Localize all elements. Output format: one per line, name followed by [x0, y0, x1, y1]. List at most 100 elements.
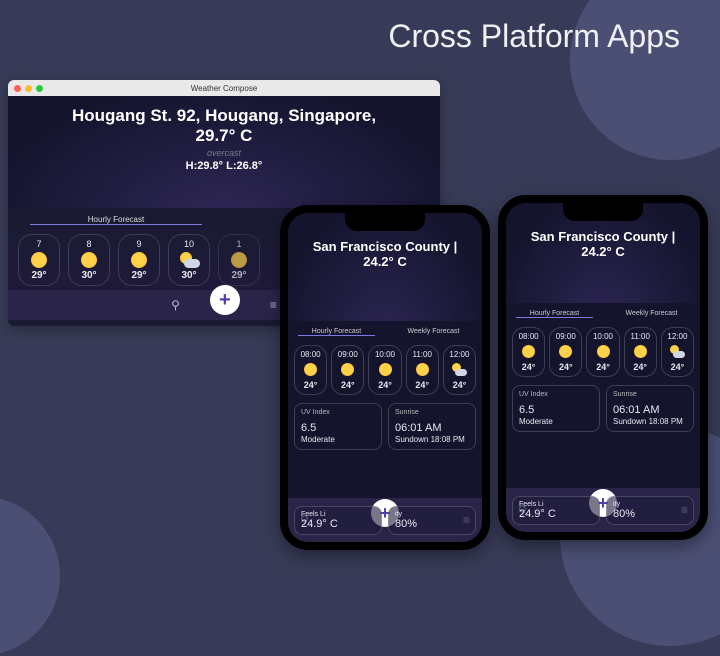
hour-label: 08:00 — [301, 350, 321, 359]
sun-icon — [304, 363, 317, 376]
current-temp: 24.2° C — [506, 244, 700, 259]
hour-label: 1 — [236, 239, 241, 249]
humidity-card[interactable]: ity 80% — [388, 506, 476, 535]
tab-hourly[interactable]: Hourly Forecast — [8, 215, 224, 224]
hour-label: 10:00 — [593, 332, 613, 341]
hour-card[interactable]: 10 30° — [168, 234, 210, 286]
sun-icon — [559, 345, 572, 358]
sun-icon — [597, 345, 610, 358]
hour-card[interactable]: 09:0024° — [549, 327, 582, 377]
hour-card[interactable]: 9 29° — [118, 234, 160, 286]
pin-icon[interactable]: ⚲ — [171, 298, 180, 312]
hour-card[interactable]: 12:00 24° — [443, 345, 476, 395]
hour-label: 09:00 — [338, 350, 358, 359]
hour-label: 9 — [136, 239, 141, 249]
hour-temp: 29° — [31, 270, 46, 281]
humidity-value: 80% — [613, 508, 687, 520]
sun-icon — [341, 363, 354, 376]
hour-card[interactable]: 09:0024° — [331, 345, 364, 395]
add-button[interactable]: + — [210, 285, 240, 315]
sundown-value: Sundown 18:08 PM — [395, 435, 469, 444]
phone-notch — [563, 203, 643, 221]
feels-like-card[interactable]: Feels Li 24.9° C — [512, 496, 600, 525]
humidity-value: 80% — [395, 518, 469, 530]
hour-temp: 24° — [633, 362, 647, 372]
hour-label: 08:00 — [519, 332, 539, 341]
hour-card[interactable]: 8 30° — [68, 234, 110, 286]
hour-temp: 29° — [131, 270, 146, 281]
tab-weekly[interactable]: Weekly Forecast — [385, 328, 482, 335]
info-row: UV Index 6.5 Moderate Sunrise 06:01 AM S… — [506, 381, 700, 436]
sunrise-value: 06:01 AM — [613, 404, 687, 416]
location-line-1: Hougang St. 92, Hougang, Singapore, — [8, 106, 440, 126]
hour-label: 11:00 — [630, 332, 649, 341]
sun-icon — [81, 252, 97, 268]
sunrise-card[interactable]: Sunrise 06:01 AM Sundown 18:08 PM — [388, 403, 476, 450]
cloud-icon — [670, 347, 684, 356]
hour-label: 12:00 — [667, 332, 687, 341]
window-titlebar: Weather Compose — [8, 80, 440, 96]
sun-icon — [416, 363, 429, 376]
hour-temp: 24° — [378, 380, 392, 390]
feels-like-value: 24.9° C — [301, 518, 375, 530]
hour-label: 8 — [86, 239, 91, 249]
location: San Francisco County | — [288, 239, 482, 254]
sunrise-title: Sunrise — [395, 409, 469, 416]
hour-card[interactable]: 08:00 24° — [294, 345, 327, 395]
hour-label: 10 — [184, 239, 194, 249]
hour-label: 12:00 — [449, 350, 469, 359]
info-row-overflow: Feels Li 24.9° C ity 80% — [288, 498, 482, 542]
hour-card[interactable]: 08:00 24° — [512, 327, 545, 377]
uv-card[interactable]: UV Index 6.5 Moderate — [294, 403, 382, 450]
sun-icon — [634, 345, 647, 358]
sun-icon — [522, 345, 535, 358]
hour-temp: 24° — [415, 380, 429, 390]
hour-temp: 24° — [671, 362, 685, 372]
location: San Francisco County | — [506, 229, 700, 244]
sunrise-card[interactable]: Sunrise 06:01 AM Sundown 18:08 PM — [606, 385, 694, 432]
hour-temp: 30° — [181, 270, 196, 281]
tab-hourly[interactable]: Hourly Forecast — [506, 310, 603, 317]
uv-title: UV Index — [519, 391, 593, 398]
sunrise-value: 06:01 AM — [395, 422, 469, 434]
uv-card[interactable]: UV Index 6.5 Moderate — [512, 385, 600, 432]
hourly-forecast-row[interactable]: 08:0024° 09:0024° 10:0024° 11:0024° 12:0… — [288, 341, 482, 399]
info-row-overflow: Feels Li 24.9° C ity 80% — [506, 488, 700, 532]
hi-lo: H:29.8° L:26.8° — [8, 160, 440, 172]
sun-icon — [379, 363, 392, 376]
hour-card[interactable]: 10:00 24° — [368, 345, 401, 395]
hour-card[interactable]: 12:00 24° — [661, 327, 694, 377]
hour-card[interactable]: 10:00 24° — [586, 327, 619, 377]
condition-label: overcast — [8, 148, 440, 158]
sun-icon — [131, 252, 147, 268]
hour-temp: 24° — [453, 380, 467, 390]
feels-like-card[interactable]: Feels Li 24.9° C — [294, 506, 382, 535]
page-title: Cross Platform Apps — [388, 18, 680, 55]
hour-temp: 24° — [596, 362, 610, 372]
phone-preview-b: San Francisco County | 24.2° C Hourly Fo… — [498, 195, 708, 540]
hour-card[interactable]: 11:00 24° — [624, 327, 657, 377]
sun-icon — [31, 252, 47, 268]
feels-like-title: Feels Li — [301, 511, 375, 518]
feels-like-value: 24.9° C — [519, 508, 593, 520]
hourly-forecast-row[interactable]: 08:00 24° 09:0024° 10:00 24° 11:00 24° 12:0… — [506, 323, 700, 381]
hour-card[interactable]: 11:0024° — [406, 345, 439, 395]
hour-temp: 30° — [81, 270, 96, 281]
hour-card[interactable]: 7 29° — [18, 234, 60, 286]
hour-card[interactable]: 1 29° — [218, 234, 260, 286]
humidity-card[interactable]: ity 80% — [606, 496, 694, 525]
uv-label: Moderate — [519, 417, 593, 426]
forecast-tabs: Hourly Forecast Weekly Forecast — [506, 303, 700, 323]
uv-label: Moderate — [301, 435, 375, 444]
tab-weekly[interactable]: Weekly Forecast — [603, 310, 700, 317]
tab-hourly[interactable]: Hourly Forecast — [288, 328, 385, 335]
hour-label: 10:00 — [375, 350, 395, 359]
hour-temp: 24° — [522, 362, 536, 372]
uv-value: 6.5 — [519, 404, 593, 416]
sunrise-title: Sunrise — [613, 391, 687, 398]
hour-label: 7 — [36, 239, 41, 249]
hour-temp: 24° — [304, 380, 318, 390]
window-title: Weather Compose — [8, 84, 440, 93]
list-icon[interactable]: ≡ — [270, 298, 277, 312]
forecast-tabs: Hourly Forecast Weekly Forecast — [288, 321, 482, 341]
